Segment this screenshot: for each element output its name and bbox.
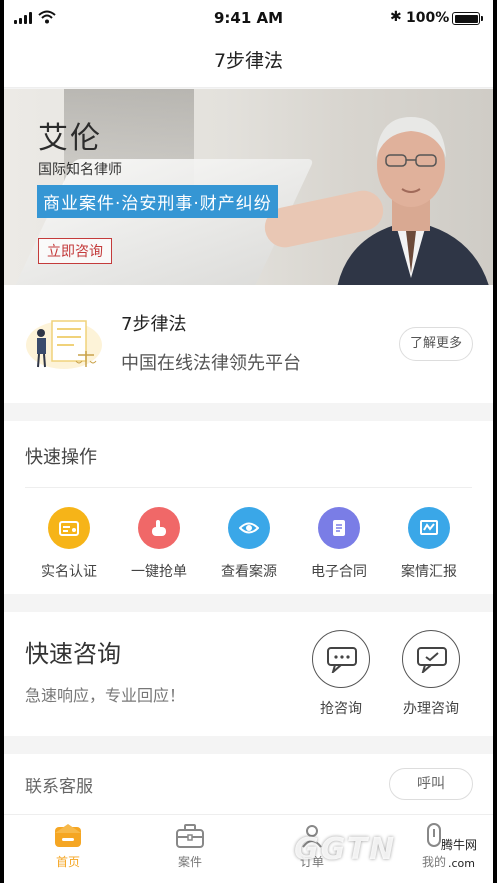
eye-icon — [228, 507, 270, 549]
platform-name: 7步律法 — [121, 314, 187, 335]
battery-percent: 100% — [406, 10, 450, 26]
document-icon — [318, 507, 360, 549]
quick-consult-header: 快速咨询 — [25, 640, 121, 668]
customer-service-row: 联系客服 呼叫 — [4, 754, 493, 814]
watermark-name: 腾牛网 — [441, 838, 478, 852]
op-label: 电子合同 — [311, 564, 367, 580]
op-case-report[interactable]: 案情汇报 — [384, 507, 474, 581]
page-title: 7步律法 — [213, 50, 284, 72]
app-screen: 9:41 AM ✱ 100% 7步律法 艾伦 国际知名律师 商业案件·治安刑事·… — [4, 0, 493, 883]
chat-icon — [312, 630, 370, 688]
lawyer-illustration-icon — [26, 320, 102, 369]
lawyer-name: 艾伦 — [38, 121, 102, 156]
report-icon — [408, 507, 450, 549]
op-label: 实名认证 — [41, 564, 97, 580]
platform-intro-card: 7步律法 中国在线法律领先平台 了解更多 — [4, 285, 493, 403]
quick-consult-section: 快速咨询 急速响应，专业回应！ 抢咨询 办理咨询 — [4, 612, 493, 736]
consult-button-label: 抢咨询 — [320, 701, 362, 717]
lawyer-banner[interactable]: 艾伦 国际知名律师 商业案件·治安刑事·财产纠纷 立即咨询 — [4, 89, 493, 285]
quick-operations-header: 快速操作 — [25, 447, 97, 468]
call-button[interactable]: 呼叫 — [389, 768, 473, 800]
bluetooth-icon: ✱ — [390, 9, 402, 25]
op-label: 查看案源 — [221, 564, 277, 580]
op-grab-order[interactable]: 一键抢单 — [114, 507, 204, 581]
op-label: 案情汇报 — [401, 564, 457, 580]
home-icon — [55, 824, 81, 847]
nav-bar: 7步律法 — [4, 38, 493, 88]
platform-slogan: 中国在线法律领先平台 — [121, 353, 301, 374]
learn-more-button[interactable]: 了解更多 — [399, 327, 473, 361]
op-view-cases[interactable]: 查看案源 — [204, 507, 294, 581]
tab-cases[interactable]: 案件 — [150, 823, 230, 870]
status-bar: 9:41 AM ✱ 100% — [4, 0, 493, 38]
consult-button-label: 办理咨询 — [403, 701, 459, 717]
chat-check-icon — [402, 630, 460, 688]
tab-label: 案件 — [177, 855, 202, 869]
grab-consult-button[interactable]: 抢咨询 — [296, 630, 386, 718]
watermark-domain: .com — [448, 857, 475, 870]
tab-label: 首页 — [55, 855, 80, 869]
consult-now-button[interactable]: 立即咨询 — [38, 238, 112, 264]
watermark-logo: GGTN — [294, 832, 397, 867]
briefcase-icon — [176, 824, 204, 848]
op-e-contract[interactable]: 电子合同 — [294, 507, 384, 581]
id-card-icon — [48, 507, 90, 549]
op-label: 一键抢单 — [131, 564, 187, 580]
hand-tap-icon — [138, 507, 180, 549]
tab-bar: 首页 案件 订单 我的 — [4, 814, 493, 883]
op-real-name-auth[interactable]: 实名认证 — [24, 507, 114, 581]
handle-consult-button[interactable]: 办理咨询 — [386, 630, 476, 718]
battery-icon — [452, 12, 483, 25]
tab-home[interactable]: 首页 — [28, 823, 108, 870]
lawyer-title: 国际知名律师 — [38, 162, 122, 178]
divider — [25, 487, 472, 488]
customer-service-label: 联系客服 — [25, 777, 93, 797]
quick-operations-section: 快速操作 实名认证 一键抢单 查看案源 电子合同 案情汇报 — [4, 421, 493, 594]
lawyer-photo — [337, 117, 489, 285]
quick-consult-subtitle: 急速响应，专业回应！ — [25, 686, 186, 705]
practice-areas: 商业案件·治安刑事·财产纠纷 — [37, 185, 278, 218]
